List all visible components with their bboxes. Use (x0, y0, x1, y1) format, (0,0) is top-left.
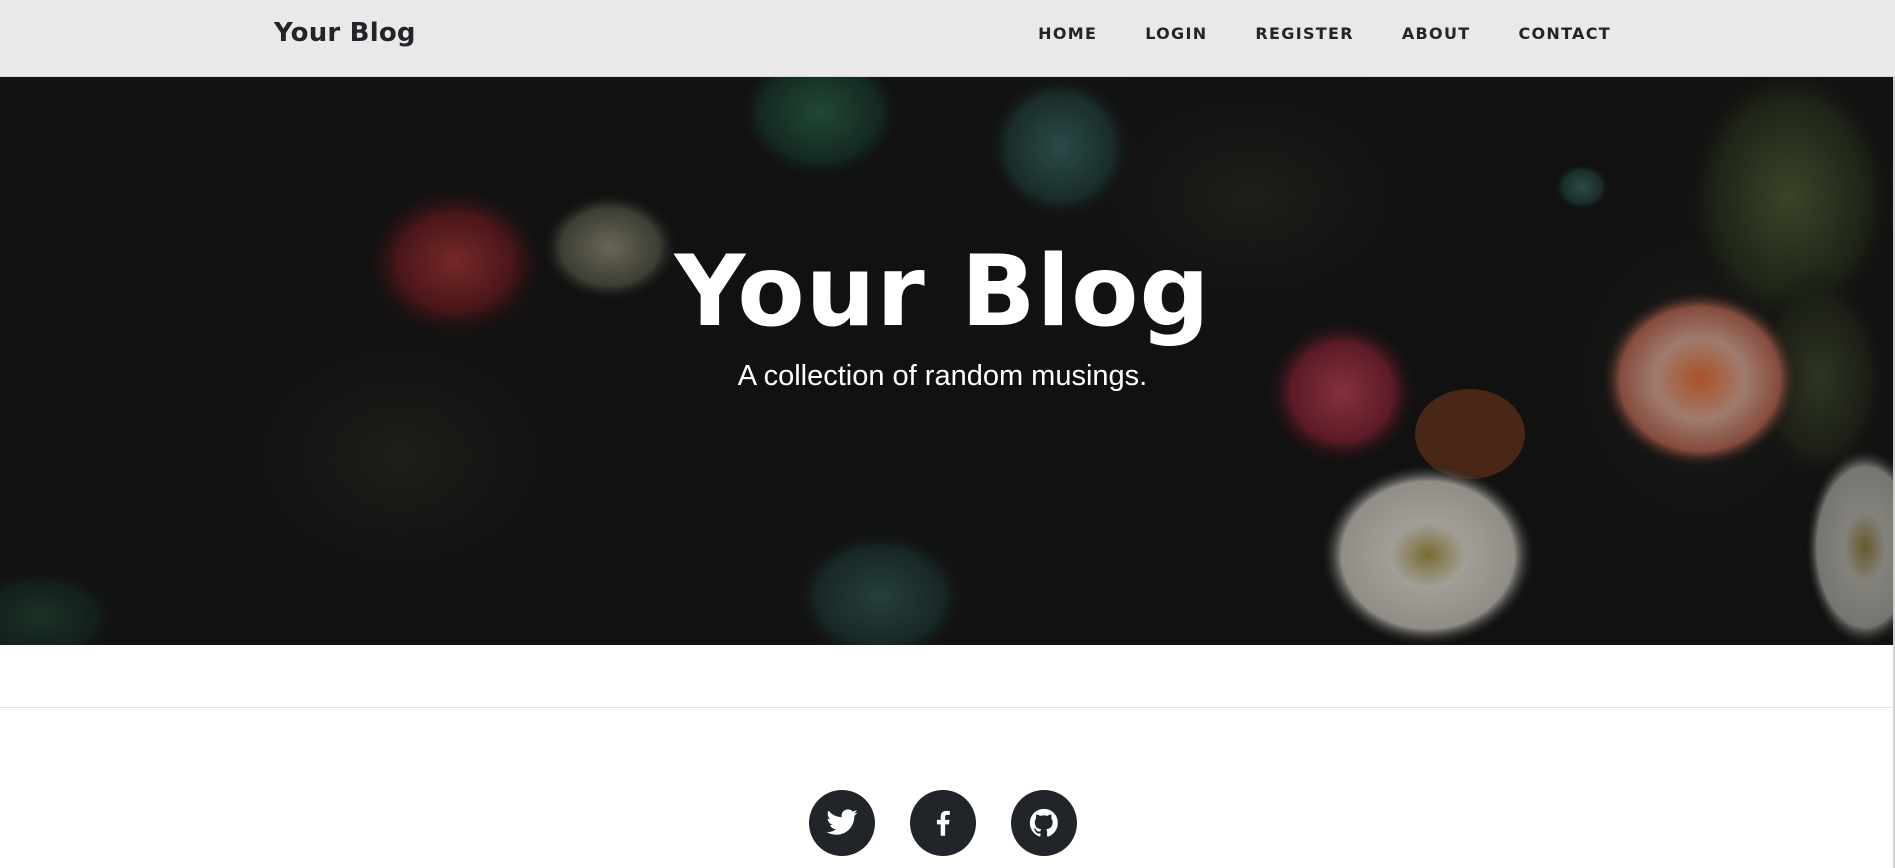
nav-item-contact: CONTACT (1518, 24, 1611, 43)
content-divider (0, 707, 1895, 708)
hero-subtitle: A collection of random musings. (737, 360, 1148, 392)
navbar-brand[interactable]: Your Blog (274, 18, 416, 48)
nav-link-about[interactable]: ABOUT (1402, 24, 1471, 43)
nav-item-about: ABOUT (1402, 24, 1471, 43)
hero-header: Your Blog A collection of random musings… (0, 77, 1895, 645)
top-navbar: Your Blog HOME LOGIN REGISTER ABOUT CONT… (0, 0, 1895, 77)
nav-links: HOME LOGIN REGISTER ABOUT CONTACT (990, 24, 1611, 43)
facebook-icon (936, 810, 950, 836)
twitter-button[interactable] (808, 790, 875, 856)
page: Your Blog HOME LOGIN REGISTER ABOUT CONT… (0, 0, 1895, 868)
twitter-icon (825, 809, 858, 835)
social-links (0, 790, 1885, 856)
facebook-button[interactable] (909, 790, 976, 856)
github-icon (1029, 808, 1058, 837)
nav-item-login: LOGIN (1145, 24, 1207, 43)
nav-link-login[interactable]: LOGIN (1145, 24, 1207, 43)
nav-link-home[interactable]: HOME (1038, 24, 1097, 43)
nav-link-register[interactable]: REGISTER (1255, 24, 1353, 43)
hero-title: Your Blog (674, 235, 1211, 349)
nav-link-contact[interactable]: CONTACT (1518, 24, 1611, 43)
nav-item-register: REGISTER (1255, 24, 1353, 43)
github-button[interactable] (1010, 790, 1077, 856)
nav-item-home: HOME (1038, 24, 1097, 43)
